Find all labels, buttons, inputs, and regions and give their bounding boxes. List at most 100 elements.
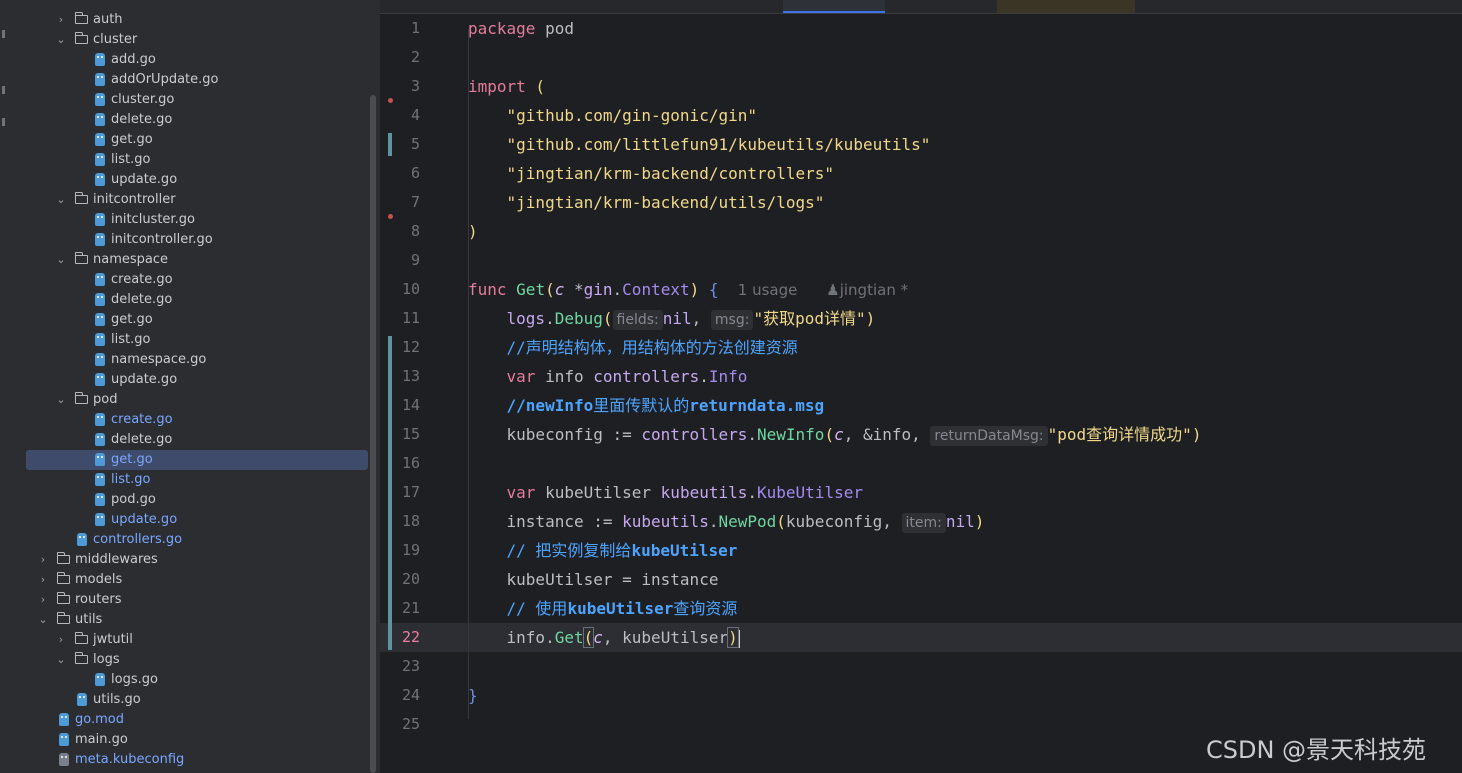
tree-file[interactable]: delete.go <box>14 430 380 450</box>
tree-folder[interactable]: ⌄ initcontroller <box>14 190 380 210</box>
tree-folder[interactable]: › auth <box>14 10 380 30</box>
code-line-19[interactable]: // 把实例复制给kubeUtilser <box>468 536 738 565</box>
tree-item-label: create.go <box>111 412 173 427</box>
code-line-5[interactable]: "github.com/littlefun91/kubeutils/kubeut… <box>468 130 931 159</box>
line-number: 22 <box>401 628 420 646</box>
tree-file[interactable]: update.go <box>14 370 380 390</box>
tool-window-marker[interactable] <box>2 118 5 126</box>
tree-file[interactable]: initcluster.go <box>14 210 380 230</box>
code-line-4[interactable]: "github.com/gin-gonic/gin" <box>468 101 757 130</box>
tree-folder[interactable]: ⌄ logs <box>14 650 380 670</box>
tree-file[interactable]: namespace.go <box>14 350 380 370</box>
code-line-13[interactable]: var info controllers.Info <box>468 362 748 391</box>
folder-icon <box>75 192 88 204</box>
tree-file[interactable]: utils.go <box>14 690 380 710</box>
package-ref: kubeutils <box>622 512 709 531</box>
tool-window-marker[interactable] <box>2 30 5 38</box>
tree-file[interactable]: list.go <box>14 330 380 350</box>
tree-file[interactable]: add.go <box>14 50 380 70</box>
code-line-12[interactable]: //声明结构体，用结构体的方法创建资源 <box>468 333 798 362</box>
code-line-15[interactable]: kubeconfig := controllers.NewInfo(c, &in… <box>468 420 1201 449</box>
chevron-right-icon[interactable]: › <box>56 10 66 30</box>
tool-window-marker[interactable] <box>2 86 5 94</box>
code-line-6[interactable]: "jingtian/krm-backend/controllers" <box>468 159 835 188</box>
tree-file[interactable]: get.go <box>14 310 380 330</box>
tree-file[interactable]: get.go <box>14 130 380 150</box>
keyword: var <box>506 483 536 502</box>
chevron-down-icon[interactable]: ⌄ <box>38 610 48 630</box>
go-file-icon <box>95 493 105 506</box>
chevron-down-icon[interactable]: ⌄ <box>56 650 66 670</box>
tree-file[interactable]: create.go <box>14 410 380 430</box>
code-line-3[interactable]: import ( <box>468 72 545 101</box>
project-scrollbar[interactable] <box>370 95 376 773</box>
tree-folder[interactable]: ⌄ utils <box>14 610 380 630</box>
tree-file[interactable]: delete.go <box>14 110 380 130</box>
tree-folder[interactable]: › models <box>14 570 380 590</box>
author-hint[interactable]: jingtian * <box>840 281 908 299</box>
code-editor[interactable]: 1 2 3 4 5 6 7 8 9 10 11 12 13 14 15 16 17 18 19 20 21 22 23 24 2… <box>380 0 1462 773</box>
tab-active[interactable] <box>783 0 885 13</box>
code-line-7[interactable]: "jingtian/krm-backend/utils/logs" <box>468 188 825 217</box>
code-line-18[interactable]: instance := kubeutils.NewPod(kubeconfig,… <box>468 507 984 536</box>
code-line-1[interactable]: package pod <box>468 14 574 43</box>
tree-file[interactable]: controllers.go <box>14 530 380 550</box>
tree-folder[interactable]: › jwtutil <box>14 630 380 650</box>
comment: // 把实例复制给 <box>506 541 632 560</box>
function-call: NewInfo <box>757 425 825 444</box>
comment: kubeUtilser <box>631 541 738 560</box>
code-line-8[interactable]: ) <box>468 217 478 246</box>
tree-file[interactable]: create.go <box>14 270 380 290</box>
file-icon <box>59 753 69 766</box>
tree-file[interactable]: initcontroller.go <box>14 230 380 250</box>
go-file-icon <box>95 313 105 326</box>
code-line-17[interactable]: var kubeUtilser kubeutils.KubeUtilser <box>468 478 863 507</box>
tree-file[interactable]: update.go <box>14 170 380 190</box>
brace: { <box>699 280 719 299</box>
tree-file[interactable]: list.go <box>14 470 380 490</box>
tree-folder[interactable]: › routers <box>14 590 380 610</box>
tree-file[interactable]: pod.go <box>14 490 380 510</box>
paren: ) <box>865 309 876 328</box>
tree-folder[interactable]: ⌄ pod <box>14 390 380 410</box>
tree-folder[interactable]: › middlewares <box>14 550 380 570</box>
code-line-22[interactable]: info.Get(c, kubeUtilser) <box>468 623 740 652</box>
paren: ) <box>468 222 478 241</box>
chevron-down-icon[interactable]: ⌄ <box>56 250 66 270</box>
code-line-20[interactable]: kubeUtilser = instance <box>468 565 719 594</box>
chevron-down-icon[interactable]: ⌄ <box>56 30 66 50</box>
chevron-down-icon[interactable]: ⌄ <box>56 390 66 410</box>
tree-item-label: namespace.go <box>111 352 207 367</box>
code-line-24[interactable]: } <box>468 681 478 710</box>
tree-folder[interactable]: ⌄ namespace <box>14 250 380 270</box>
tree-file[interactable]: delete.go <box>14 290 380 310</box>
function-name: Get <box>516 280 546 299</box>
tree-file[interactable]: update.go <box>14 510 380 530</box>
chevron-right-icon[interactable]: › <box>38 550 48 570</box>
tree-file[interactable]: logs.go <box>14 670 380 690</box>
dot: . <box>545 309 555 328</box>
code-line-21[interactable]: // 使用kubeUtilser查询资源 <box>468 594 738 623</box>
tree-file[interactable]: main.go <box>14 730 380 750</box>
tree-file[interactable]: meta.kubeconfig <box>14 750 380 770</box>
tree-file[interactable]: list.go <box>14 150 380 170</box>
tree-file[interactable]: addOrUpdate.go <box>14 70 380 90</box>
code-line-11[interactable]: logs.Debug(fields: nil, msg: "获取pod详情") <box>468 304 875 333</box>
tree-file[interactable]: get.go <box>26 450 368 470</box>
chevron-down-icon[interactable]: ⌄ <box>56 190 66 210</box>
code-line-14[interactable]: //newInfo里面传默认的returndata.msg <box>468 391 825 420</box>
tree-item-label: get.go <box>111 452 153 467</box>
chevron-right-icon[interactable]: › <box>38 570 48 590</box>
code-line-10[interactable]: func Get(c *gin.Context) { 1 usage ♟jing… <box>468 275 908 304</box>
tree-file[interactable]: go.mod <box>14 710 380 730</box>
tab-highlighted[interactable] <box>997 0 1135 13</box>
go-file-icon <box>95 173 105 186</box>
tree-folder[interactable]: ⌄ cluster <box>14 30 380 50</box>
go-file-icon <box>95 233 105 246</box>
chevron-right-icon[interactable]: › <box>38 590 48 610</box>
chevron-right-icon[interactable]: › <box>56 630 66 650</box>
tree-item-label: jwtutil <box>93 632 133 647</box>
usage-hint[interactable]: 1 usage <box>738 281 798 299</box>
tree-file[interactable]: cluster.go <box>14 90 380 110</box>
function-call: NewPod <box>718 512 777 531</box>
